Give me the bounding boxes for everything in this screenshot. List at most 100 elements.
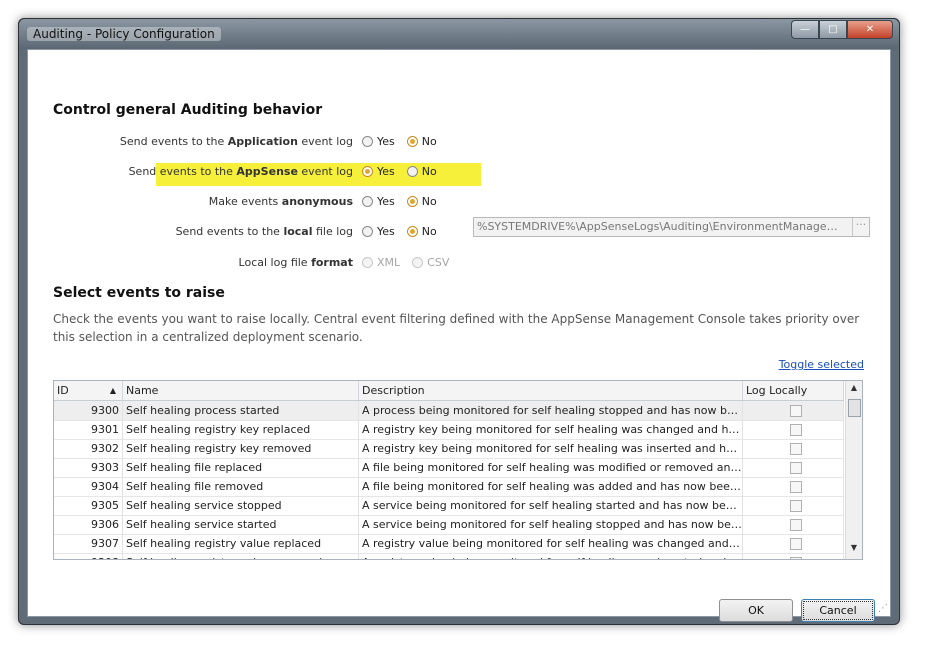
radio-option-first: XML (362, 256, 400, 269)
log-locally-checkbox[interactable] (790, 500, 802, 512)
cell-id: 9308 (54, 553, 123, 559)
cell-id: 9303 (54, 458, 123, 477)
resize-grip-icon[interactable]: ⋰ (878, 603, 888, 614)
events-grid: ID ▲ Name Description Log Locally 9300 Sel… (53, 380, 863, 560)
close-button[interactable]: ✕ (847, 20, 893, 39)
cell-description: A service being monitored for self heali… (359, 496, 743, 515)
log-locally-checkbox[interactable] (790, 405, 802, 417)
title-bar[interactable]: Auditing - Policy Configuration — □ ✕ (19, 19, 899, 49)
cancel-button[interactable]: Cancel (801, 599, 875, 622)
scroll-thumb[interactable] (848, 399, 861, 417)
radio-button-icon (412, 256, 424, 268)
log-locally-checkbox[interactable] (790, 424, 802, 436)
option-radio-group: Yes No (362, 162, 449, 180)
browse-button: ··· (852, 218, 869, 236)
radio-option-second[interactable]: No (406, 135, 437, 148)
column-header-name[interactable]: Name (123, 381, 359, 400)
toggle-selected-link[interactable]: Toggle selected (779, 358, 864, 371)
option-radio-group: Yes No (362, 192, 449, 210)
cell-name: Self healing registry value removed (123, 553, 359, 559)
cell-name: Self healing file removed (123, 477, 359, 496)
option-label: Send events to the AppSense event log (128, 165, 353, 178)
dialog-client-area: Control general Auditing behavior Send e… (27, 49, 891, 622)
table-row[interactable]: 9308Self healing registry value removedA… (54, 553, 844, 559)
option-label: Local log file format (238, 256, 353, 269)
radio-option-first[interactable]: Yes (362, 225, 395, 238)
cell-log-locally (743, 477, 844, 496)
cell-id: 9305 (54, 496, 123, 515)
cell-log-locally (743, 439, 844, 458)
option-radio-group: Yes No (362, 132, 449, 150)
log-locally-checkbox[interactable] (790, 481, 802, 493)
local-log-path-text: %SYSTEMDRIVE%\AppSenseLogs\Auditing\Envi… (477, 220, 839, 233)
option-label: Make events anonymous (208, 195, 353, 208)
radio-option-second[interactable]: No (406, 165, 437, 178)
radio-button-icon (406, 195, 418, 207)
sort-ascending-icon: ▲ (109, 386, 116, 395)
log-locally-checkbox[interactable] (790, 538, 802, 550)
cell-log-locally (743, 496, 844, 515)
cell-id: 9307 (54, 534, 123, 553)
radio-option-second[interactable]: No (406, 195, 437, 208)
table-row[interactable]: 9305 Self healing service stopped A servic… (54, 496, 844, 516)
option-radio-group: Yes No (362, 222, 449, 240)
cell-log-locally (743, 553, 844, 559)
radio-button-icon (362, 135, 373, 147)
option-label: Send events to the local file log (175, 225, 353, 238)
radio-button-icon (406, 225, 418, 237)
column-header-description[interactable]: Description (359, 381, 743, 400)
radio-button-icon (362, 256, 373, 268)
cell-id: 9301 (54, 420, 123, 439)
cell-log-locally (743, 515, 844, 534)
radio-button-icon (406, 165, 418, 177)
table-row[interactable]: 9306 Self healing service started A servic… (54, 515, 844, 535)
log-locally-checkbox[interactable] (790, 462, 802, 474)
radio-option-second[interactable]: No (406, 225, 437, 238)
table-row[interactable]: 9303 Self healing file replaced A file bei… (54, 458, 844, 478)
cell-id: 9306 (54, 515, 123, 534)
cell-name: Self healing service started (123, 515, 359, 534)
table-row[interactable]: 9301 Self healing registry key replaced A … (54, 420, 844, 440)
option-label: Send events to the Application event log (119, 135, 353, 148)
dialog-window: Auditing - Policy Configuration — □ ✕ Co… (18, 18, 900, 625)
table-row[interactable]: 9300 Self healing process started A proces… (54, 401, 844, 421)
scroll-up-icon[interactable]: ▲ (846, 383, 862, 397)
cell-name: Self healing registry value replaced (123, 534, 359, 553)
minimize-button[interactable]: — (791, 20, 819, 39)
ok-button[interactable]: OK (719, 599, 793, 622)
table-row[interactable]: 9307 Self healing registry value replaced… (54, 534, 844, 554)
section-heading-general: Control general Auditing behavior (53, 102, 323, 118)
cell-description: A file being monitored for self healing … (359, 477, 743, 496)
table-row[interactable]: 9304 Self healing file removed A file bein… (54, 477, 844, 497)
log-locally-checkbox[interactable] (790, 557, 802, 559)
radio-option-first[interactable]: Yes (362, 165, 395, 178)
log-locally-checkbox[interactable] (790, 519, 802, 531)
window-controls: — □ ✕ (791, 20, 893, 39)
cell-description: A registry value being monitored for sel… (359, 534, 743, 553)
cell-name: Self healing file replaced (123, 458, 359, 477)
table-row[interactable]: 9302 Self healing registry key removed A r… (54, 439, 844, 459)
grid-header: ID ▲ Name Description Log Locally (54, 381, 844, 401)
cell-id: 9304 (54, 477, 123, 496)
radio-button-icon (406, 135, 418, 147)
column-header-id[interactable]: ID ▲ (54, 381, 123, 400)
cell-description: A process being monitored for self heali… (359, 401, 743, 420)
scroll-down-icon[interactable]: ▼ (846, 543, 862, 557)
column-header-log-locally[interactable]: Log Locally (743, 381, 844, 400)
log-locally-checkbox[interactable] (790, 443, 802, 455)
window-title: Auditing - Policy Configuration (27, 27, 221, 41)
maximize-button[interactable]: □ (819, 20, 847, 39)
radio-option-first[interactable]: Yes (362, 195, 395, 208)
cell-description: A file being monitored for self healing … (359, 458, 743, 477)
cell-log-locally (743, 401, 844, 420)
cell-id: 9302 (54, 439, 123, 458)
cell-log-locally (743, 534, 844, 553)
events-description: Check the events you want to raise local… (53, 312, 860, 344)
radio-button-icon (362, 195, 373, 207)
cell-description: A registry value being monitored for sel… (359, 553, 743, 559)
cell-name: Self healing process started (123, 401, 359, 420)
cell-name: Self healing service stopped (123, 496, 359, 515)
cell-description: A service being monitored for self heali… (359, 515, 743, 534)
radio-option-first[interactable]: Yes (362, 135, 395, 148)
grid-vertical-scrollbar[interactable]: ▲ ▼ (845, 381, 862, 559)
